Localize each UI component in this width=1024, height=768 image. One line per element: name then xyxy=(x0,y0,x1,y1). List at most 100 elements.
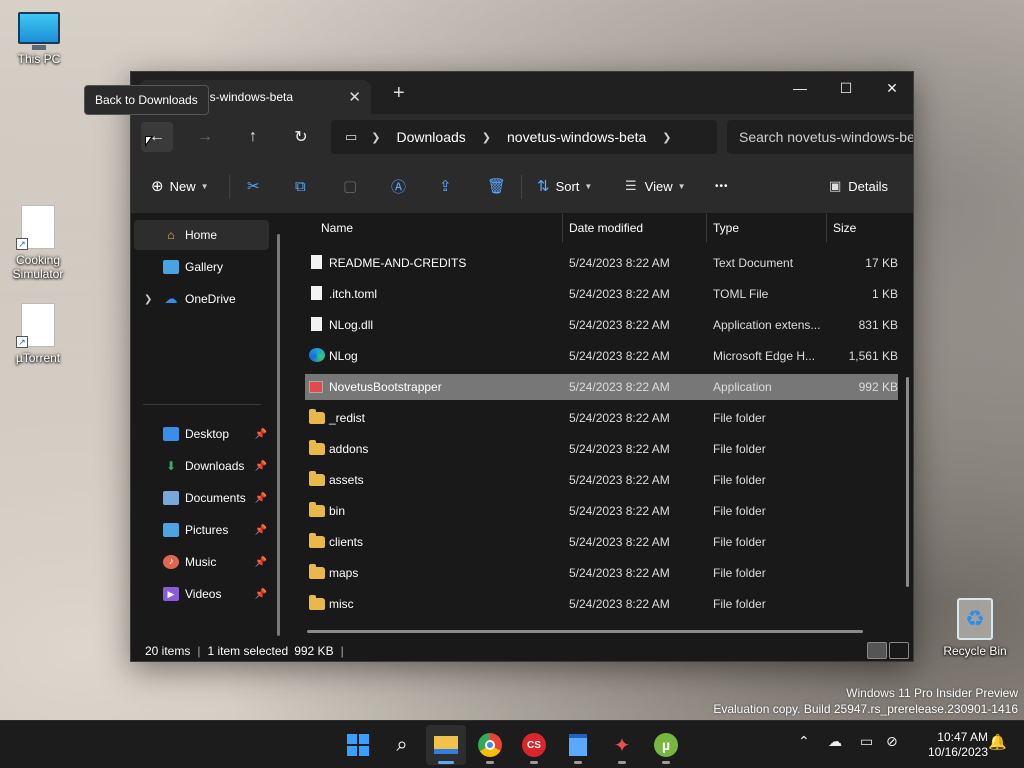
view-button[interactable]: ☰ View ▼ xyxy=(625,171,686,201)
sidebar-item-onedrive[interactable]: ❯ ☁ OneDrive xyxy=(134,284,269,314)
file-row[interactable]: _redist 5/24/2023 8:22 AM File folder xyxy=(305,405,898,431)
file-row[interactable]: clients 5/24/2023 8:22 AM File folder xyxy=(305,529,898,555)
paste-button[interactable]: ▢ xyxy=(343,171,357,201)
pin-icon[interactable]: 📌 xyxy=(255,493,267,504)
file-date-modified: 5/24/2023 8:22 AM xyxy=(569,442,670,456)
sidebar-item-videos[interactable]: ▶ Videos 📌 xyxy=(134,579,269,609)
file-row[interactable]: NLog 5/24/2023 8:22 AM Microsoft Edge H...… xyxy=(305,343,898,369)
sidebar-scrollbar[interactable] xyxy=(277,234,280,636)
file-row[interactable]: bin 5/24/2023 8:22 AM File folder xyxy=(305,498,898,524)
notification-bell-icon[interactable]: 🔔 xyxy=(988,733,1007,751)
taskbar-clock[interactable]: 10:47 AM 10/16/2023 xyxy=(914,730,988,760)
search-input[interactable] xyxy=(727,120,913,154)
maximize-button[interactable]: ☐ xyxy=(823,74,869,102)
desktop-icon-cooking-simulator[interactable]: ↗ Cooking Simulator xyxy=(0,205,76,281)
file-list-scrollbar[interactable] xyxy=(906,377,909,587)
chevron-right-icon[interactable]: ❯ xyxy=(144,294,152,305)
chevron-right-icon[interactable]: ❯ xyxy=(662,131,671,144)
file-row[interactable]: maps 5/24/2023 8:22 AM File folder xyxy=(305,560,898,586)
file-row[interactable]: NLog.dll 5/24/2023 8:22 AM Application ext… xyxy=(305,312,898,338)
desktop-icon-utorrent[interactable]: ↗ µTorrent xyxy=(0,303,76,365)
file-name: addons xyxy=(329,442,369,456)
chevron-down-icon: ▼ xyxy=(200,181,209,191)
file-name: NLog.dll xyxy=(329,318,374,332)
pin-icon[interactable]: 📌 xyxy=(255,589,267,600)
address-bar[interactable]: ▭ ❯ Downloads ❯ novetus-windows-beta ❯ xyxy=(331,120,717,154)
toolbar-divider xyxy=(229,175,230,199)
details-view-toggle[interactable] xyxy=(867,642,887,659)
file-row[interactable]: README-AND-CREDITS 5/24/2023 8:22 AM Text … xyxy=(305,250,898,276)
new-label: New xyxy=(169,178,196,194)
column-divider xyxy=(562,214,563,242)
taskbar-notepad[interactable] xyxy=(558,725,598,765)
close-window-button[interactable]: ✕ xyxy=(869,74,913,102)
up-button[interactable]: ↑ xyxy=(237,122,269,152)
file-icon xyxy=(311,255,322,269)
pin-icon[interactable]: 📌 xyxy=(255,461,267,472)
details-pane-button[interactable]: ▣ Details xyxy=(829,171,888,201)
taskbar-file-explorer[interactable] xyxy=(426,725,466,765)
show-hidden-icons-chevron-icon[interactable]: ⌃ xyxy=(798,733,810,750)
delete-button[interactable]: 🗑 xyxy=(487,171,506,201)
folder-icon xyxy=(309,564,325,579)
sidebar-item-documents[interactable]: Documents 📌 xyxy=(134,483,269,513)
desktop-icon-recycle-bin[interactable]: ♻ Recycle Bin xyxy=(937,598,1013,658)
minimize-button[interactable]: — xyxy=(777,74,823,102)
file-type: TOML File xyxy=(713,287,769,301)
file-row[interactable]: NovetusBootstrapper 5/24/2023 8:22 AM Appl… xyxy=(305,374,898,400)
file-date-modified: 5/24/2023 8:22 AM xyxy=(569,256,670,270)
taskbar-counter-strike[interactable]: CS xyxy=(514,725,554,765)
sidebar-item-pictures[interactable]: Pictures 📌 xyxy=(134,515,269,545)
sidebar-item-desktop[interactable]: Desktop 📌 xyxy=(134,419,269,449)
new-button[interactable]: ⊕ New ▼ xyxy=(151,171,209,201)
column-header-name[interactable]: Name xyxy=(321,214,353,242)
pin-icon[interactable]: 📌 xyxy=(255,557,267,568)
sort-button[interactable]: ⇅ Sort ▼ xyxy=(537,171,592,201)
rename-button[interactable]: Ⓐ xyxy=(391,171,406,201)
sidebar-item-downloads[interactable]: ⬇ Downloads 📌 xyxy=(134,451,269,481)
taskbar-chrome[interactable] xyxy=(470,725,510,765)
file-row[interactable]: misc 5/24/2023 8:22 AM File folder xyxy=(305,591,898,617)
pin-icon[interactable]: 📌 xyxy=(255,429,267,440)
onedrive-tray-icon[interactable]: ☁ xyxy=(828,733,842,750)
refresh-button[interactable]: ↻ xyxy=(285,122,317,152)
file-explorer-window: us-windows-beta ✕ + — ☐ ✕ ← → ↑ ↻ ▭ ❯ Do… xyxy=(130,71,914,662)
desktop-icon-this-pc[interactable]: This PC xyxy=(1,12,77,66)
copy-button[interactable]: ⧉ xyxy=(295,171,306,201)
pin-icon[interactable]: 📌 xyxy=(255,525,267,536)
column-header-type[interactable]: Type xyxy=(713,214,739,242)
cut-button[interactable]: ✂ xyxy=(247,171,260,201)
search-button[interactable]: ⌕ xyxy=(382,725,422,765)
column-header-size[interactable]: Size xyxy=(833,214,856,242)
counter-strike-icon: CS xyxy=(522,733,546,757)
share-button[interactable]: ⇪ xyxy=(439,171,452,201)
sidebar-item-gallery[interactable]: Gallery xyxy=(134,252,269,282)
forward-button[interactable]: → xyxy=(189,122,221,152)
more-options-button[interactable]: ••• xyxy=(715,171,729,201)
file-row[interactable]: addons 5/24/2023 8:22 AM File folder xyxy=(305,436,898,462)
column-header-date[interactable]: Date modified xyxy=(569,214,643,242)
videos-icon: ▶ xyxy=(163,587,179,601)
windows-logo-icon xyxy=(347,734,369,756)
taskbar-paint[interactable]: ✦ xyxy=(602,725,642,765)
paint-icon: ✦ xyxy=(613,734,631,757)
close-tab-icon[interactable]: ✕ xyxy=(348,88,361,106)
taskbar-utorrent[interactable]: µ xyxy=(646,725,686,765)
file-type: File folder xyxy=(713,473,766,487)
start-button[interactable] xyxy=(338,725,378,765)
horizontal-scrollbar[interactable] xyxy=(307,630,863,633)
sidebar-item-home[interactable]: ⌂ Home xyxy=(134,220,269,250)
file-row[interactable]: .itch.toml 5/24/2023 8:22 AM TOML File 1 KB xyxy=(305,281,898,307)
computer-icon[interactable]: ▭ xyxy=(345,129,357,145)
rename-icon: Ⓐ xyxy=(391,178,407,196)
breadcrumb-downloads[interactable]: Downloads xyxy=(397,129,466,145)
file-row[interactable]: assets 5/24/2023 8:22 AM File folder xyxy=(305,467,898,493)
sidebar-item-label: Pictures xyxy=(185,523,229,537)
breadcrumb-novetus-windows-beta[interactable]: novetus-windows-beta xyxy=(507,129,646,145)
network-disconnected-icon[interactable]: ⊘ xyxy=(886,733,898,750)
tiles-view-toggle[interactable] xyxy=(889,642,909,659)
new-tab-button[interactable]: + xyxy=(393,82,405,105)
sidebar-item-music[interactable]: ♪ Music 📌 xyxy=(134,547,269,577)
display-icon[interactable]: ▭ xyxy=(860,733,873,750)
file-type: Microsoft Edge H... xyxy=(713,349,816,363)
